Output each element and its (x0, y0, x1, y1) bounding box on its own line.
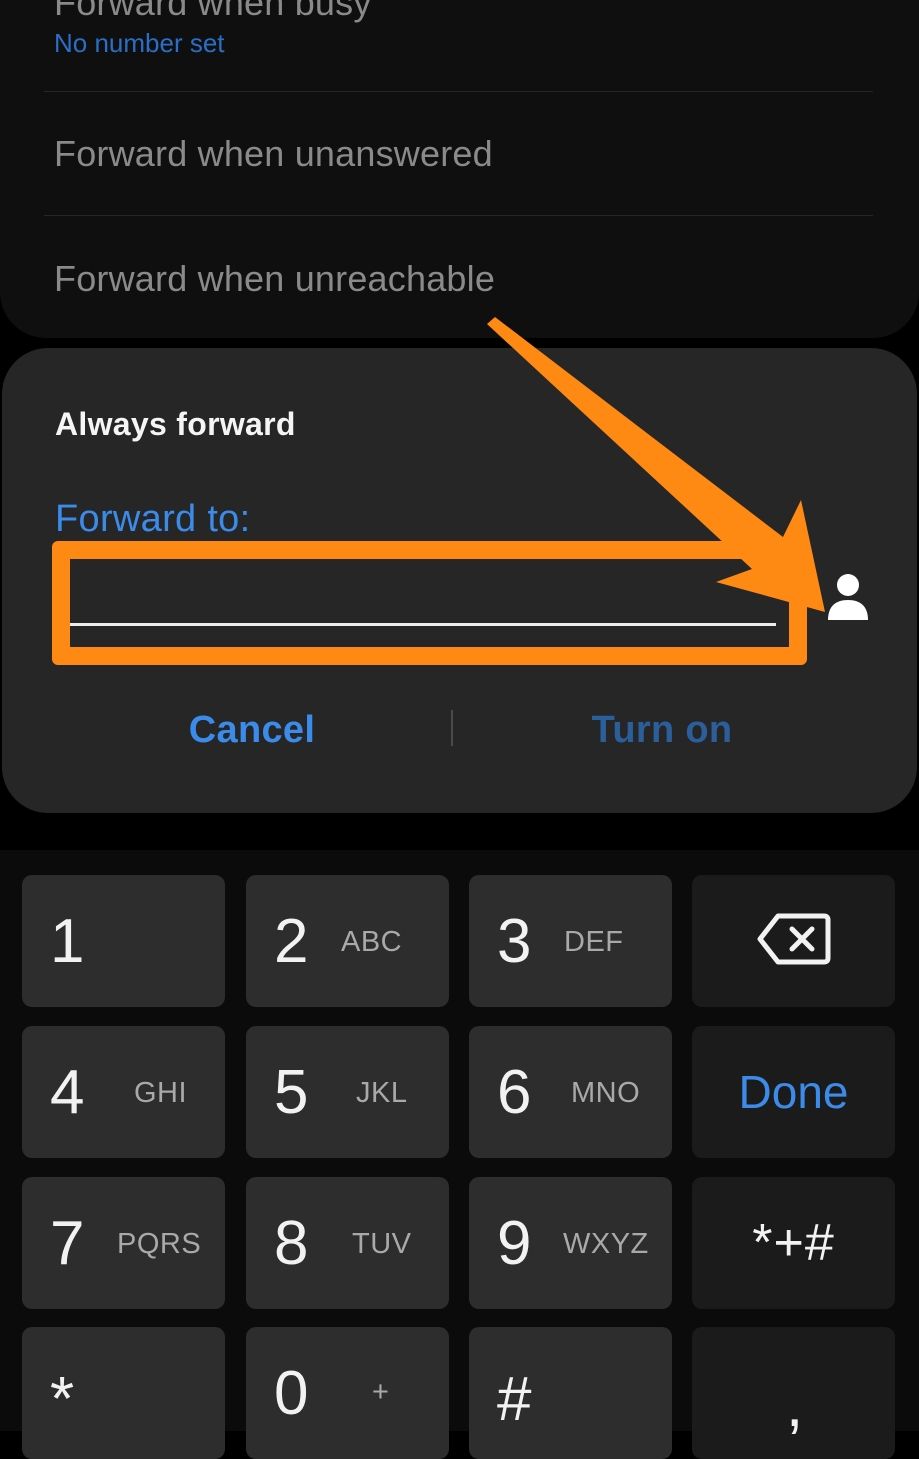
forward-to-label: Forward to: (55, 498, 251, 540)
cancel-button[interactable]: Cancel (132, 700, 372, 760)
forward-number-input[interactable] (68, 566, 776, 626)
key-letters: PQRS (117, 1228, 202, 1260)
settings-row-forward-when-busy[interactable]: Forward when busy No number set (54, 0, 873, 59)
settings-row-forward-when-unreachable[interactable]: Forward when unreachable (54, 258, 873, 300)
key-6[interactable]: 6 MNO (469, 1026, 672, 1158)
key-digit: 9 (497, 1209, 532, 1278)
backspace-icon (756, 911, 832, 972)
key-star[interactable]: * (22, 1327, 225, 1459)
symbols-label: *+# (752, 1214, 835, 1272)
key-digit: 8 (274, 1209, 309, 1278)
contact-picker-button[interactable] (822, 570, 874, 630)
key-digit: 2 (274, 907, 309, 976)
key-digit: 3 (497, 907, 532, 976)
key-9[interactable]: 9 WXYZ (469, 1177, 672, 1309)
done-key[interactable]: Done (692, 1026, 895, 1158)
key-letters: JKL (356, 1077, 408, 1109)
key-hash[interactable]: # (469, 1327, 672, 1459)
key-digit: 4 (50, 1058, 85, 1127)
dial-keypad: 1 2 ABC 3 DEF 4 GHI 5 JKL 6 MNO Done 7 P… (0, 850, 919, 1459)
key-digit: 6 (497, 1058, 532, 1127)
symbols-key[interactable]: *+# (692, 1177, 895, 1309)
key-digit: 1 (50, 907, 85, 976)
comma-key[interactable]: , (692, 1327, 895, 1459)
key-letters: + (372, 1376, 390, 1408)
turn-on-button[interactable]: Turn on (542, 700, 782, 760)
row-subtitle-no-number-set: No number set (54, 28, 225, 58)
key-5[interactable]: 5 JKL (246, 1026, 449, 1158)
backspace-key[interactable] (692, 875, 895, 1007)
row-title-forward-when-unanswered: Forward when unanswered (54, 133, 493, 174)
key-digit: * (50, 1365, 75, 1434)
key-letters: TUV (352, 1228, 412, 1260)
settings-row-forward-when-unanswered[interactable]: Forward when unanswered (54, 133, 873, 175)
key-8[interactable]: 8 TUV (246, 1177, 449, 1309)
key-letters: DEF (564, 926, 624, 958)
always-forward-dialog: Always forward Forward to: Cancel Turn o… (2, 348, 917, 813)
key-3[interactable]: 3 DEF (469, 875, 672, 1007)
key-0[interactable]: 0 + (246, 1327, 449, 1459)
key-7[interactable]: 7 PQRS (22, 1177, 225, 1309)
key-letters: WXYZ (563, 1228, 649, 1260)
key-1[interactable]: 1 (22, 875, 225, 1007)
key-4[interactable]: 4 GHI (22, 1026, 225, 1158)
key-digit: # (497, 1365, 532, 1434)
dialog-actions: Cancel Turn on (2, 700, 917, 760)
key-letters: MNO (571, 1077, 641, 1109)
key-letters: ABC (341, 926, 403, 958)
key-letters: GHI (134, 1077, 188, 1109)
row-title-forward-when-busy: Forward when busy (54, 0, 372, 23)
row-title-forward-when-unreachable: Forward when unreachable (54, 258, 496, 299)
done-label: Done (738, 1066, 849, 1118)
row-divider (44, 215, 873, 216)
call-forwarding-settings-list: Forward when busy No number set Forward … (0, 0, 919, 338)
key-2[interactable]: 2 ABC (246, 875, 449, 1007)
key-digit: 0 (274, 1359, 309, 1428)
key-digit: 5 (274, 1058, 309, 1127)
action-divider (451, 710, 453, 746)
row-divider (44, 91, 873, 92)
dialog-title: Always forward (55, 406, 296, 442)
key-digit: 7 (50, 1209, 85, 1278)
person-icon (822, 570, 874, 635)
